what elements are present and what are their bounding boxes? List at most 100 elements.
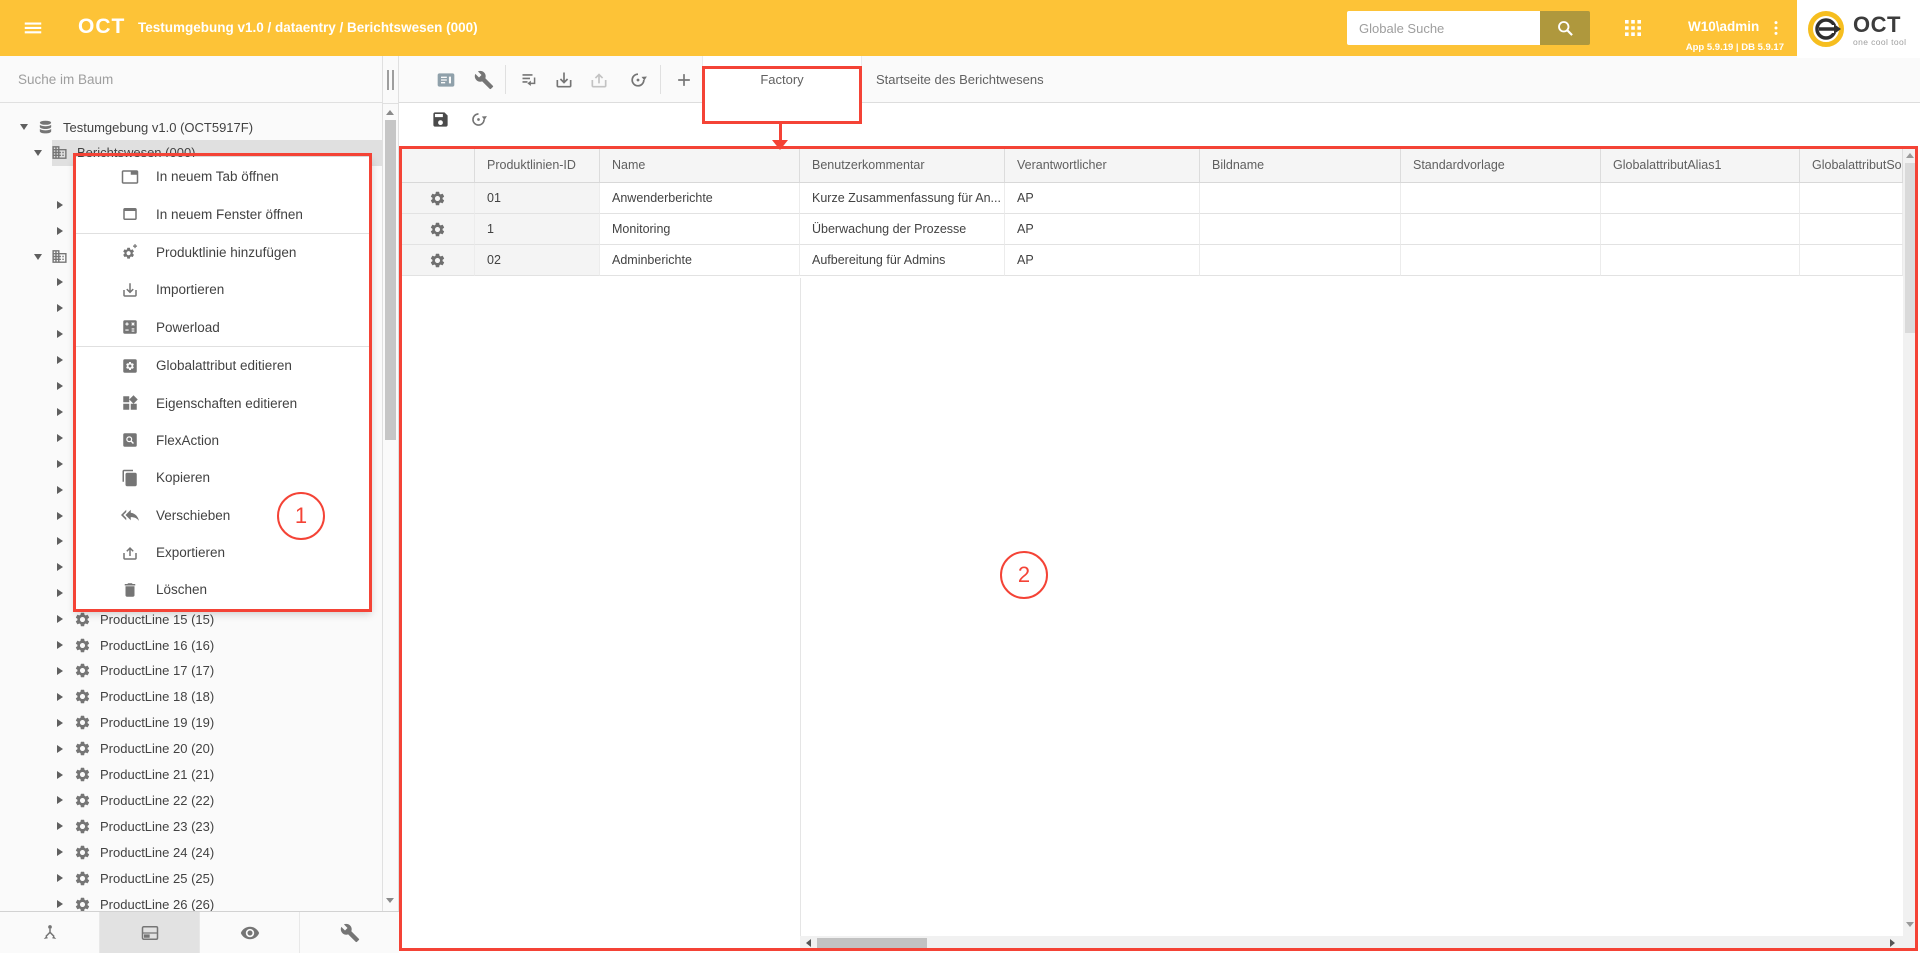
context-menu-item[interactable]: Importieren	[75, 271, 371, 308]
expand-arrow-icon[interactable]	[57, 382, 74, 390]
table-cell[interactable]: 01	[475, 183, 600, 214]
expand-arrow-icon[interactable]	[57, 796, 74, 804]
expand-arrow-icon[interactable]	[57, 227, 74, 235]
column-header[interactable]: GlobalattributAlias1	[1601, 147, 1800, 182]
expand-arrow-icon[interactable]	[57, 330, 74, 338]
tree-item[interactable]: ProductLine 18 (18)	[0, 684, 382, 710]
export-button[interactable]	[589, 70, 609, 90]
expand-arrow-icon[interactable]	[57, 900, 74, 908]
table-cell[interactable]: 1	[475, 214, 600, 245]
grid-horizontal-scrollbar[interactable]	[800, 936, 1903, 950]
expand-arrow-icon[interactable]	[57, 278, 74, 286]
column-header[interactable]	[400, 147, 475, 182]
logged-in-user[interactable]: W10\admin	[1688, 19, 1759, 34]
collapse-arrow-icon[interactable]	[34, 254, 51, 260]
scroll-up-icon[interactable]	[1906, 153, 1914, 158]
restore-button[interactable]	[628, 70, 648, 90]
import-button[interactable]	[554, 70, 574, 90]
table-cell[interactable]: Monitoring	[600, 214, 800, 245]
tree-item[interactable]: ProductLine 19 (19)	[0, 710, 382, 736]
row-gear-icon[interactable]	[429, 190, 446, 207]
expand-arrow-icon[interactable]	[57, 641, 74, 649]
tree-item[interactable]: Testumgebung v1.0 (OCT5917F)	[0, 114, 382, 140]
grid-view-button[interactable]	[436, 70, 456, 90]
row-actions-cell[interactable]	[400, 183, 475, 214]
table-cell[interactable]: Aufbereitung für Admins	[800, 245, 1005, 276]
scroll-left-icon[interactable]	[806, 939, 811, 947]
tree-item[interactable]: ProductLine 16 (16)	[0, 632, 382, 658]
global-search-input[interactable]	[1347, 11, 1540, 45]
table-cell[interactable]: 02	[475, 245, 600, 276]
expand-arrow-icon[interactable]	[57, 460, 74, 468]
hamburger-menu-icon[interactable]	[22, 17, 44, 39]
tree-item[interactable]: ProductLine 23 (23)	[0, 813, 382, 839]
tree-scroll-down-icon[interactable]	[386, 898, 394, 903]
apply-layout-button[interactable]	[520, 70, 540, 90]
expand-arrow-icon[interactable]	[57, 615, 74, 623]
vertical-scrollbar-thumb[interactable]	[1905, 163, 1915, 333]
tab-factory[interactable]: Factory	[702, 56, 862, 103]
column-header[interactable]: Bildname	[1200, 147, 1401, 182]
column-header[interactable]: Benutzerkommentar	[800, 147, 1005, 182]
tree-scroll-up-icon[interactable]	[386, 110, 394, 115]
table-cell[interactable]: Überwachung der Prozesse	[800, 214, 1005, 245]
table-cell[interactable]	[1200, 245, 1401, 276]
undo-changes-button[interactable]	[469, 110, 488, 129]
expand-arrow-icon[interactable]	[57, 537, 74, 545]
column-header[interactable]: Verantwortlicher	[1005, 147, 1200, 182]
table-cell[interactable]	[1601, 214, 1800, 245]
add-tab-button[interactable]	[674, 70, 694, 90]
expand-arrow-icon[interactable]	[57, 304, 74, 312]
sidebar-view-preview-button[interactable]	[200, 912, 300, 953]
table-cell[interactable]: AP	[1005, 214, 1200, 245]
context-menu-item[interactable]: Verschieben	[75, 497, 371, 534]
user-menu-kebab-icon[interactable]	[1766, 16, 1786, 40]
column-header[interactable]: Name	[600, 147, 800, 182]
tab-startseite[interactable]: Startseite des Berichtwesens	[876, 56, 1044, 103]
table-cell[interactable]	[1200, 183, 1401, 214]
sidebar-view-layout-button[interactable]	[100, 912, 200, 953]
column-header[interactable]: Standardvorlage	[1401, 147, 1601, 182]
expand-arrow-icon[interactable]	[57, 356, 74, 364]
expand-arrow-icon[interactable]	[57, 512, 74, 520]
tree-item[interactable]: ProductLine 26 (26)	[0, 891, 382, 911]
expand-arrow-icon[interactable]	[57, 486, 74, 494]
context-menu-item[interactable]: In neuem Fenster öffnen	[75, 195, 371, 232]
tree-item[interactable]: ProductLine 20 (20)	[0, 736, 382, 762]
context-menu-item[interactable]: FlexAction	[75, 422, 371, 459]
scroll-right-icon[interactable]	[1890, 939, 1895, 947]
table-cell[interactable]: Adminberichte	[600, 245, 800, 276]
expand-arrow-icon[interactable]	[57, 201, 74, 209]
tree-item[interactable]: ProductLine 25 (25)	[0, 865, 382, 891]
table-cell[interactable]	[1401, 183, 1601, 214]
collapse-arrow-icon[interactable]	[34, 150, 51, 156]
expand-arrow-icon[interactable]	[57, 874, 74, 882]
global-search-button[interactable]	[1540, 11, 1590, 45]
tree-item[interactable]: ProductLine 22 (22)	[0, 787, 382, 813]
expand-arrow-icon[interactable]	[57, 822, 74, 830]
expand-arrow-icon[interactable]	[57, 848, 74, 856]
table-cell[interactable]	[1401, 214, 1601, 245]
table-cell[interactable]: AP	[1005, 183, 1200, 214]
row-actions-cell[interactable]	[400, 245, 475, 276]
row-actions-cell[interactable]	[400, 214, 475, 245]
tree-item[interactable]: ProductLine 17 (17)	[0, 658, 382, 684]
expand-arrow-icon[interactable]	[57, 719, 74, 727]
tree-scrollbar-thumb[interactable]	[385, 120, 396, 440]
context-menu-item[interactable]: Produktlinie hinzufügen	[75, 234, 371, 271]
table-row[interactable]: 1MonitoringÜberwachung der ProzesseAP	[400, 214, 1903, 245]
sidebar-view-tools-button[interactable]	[300, 912, 399, 953]
table-row[interactable]: 02AdminberichteAufbereitung für AdminsAP	[400, 245, 1903, 276]
table-cell[interactable]	[1601, 245, 1800, 276]
table-cell[interactable]	[1601, 183, 1800, 214]
grid-vertical-scrollbar[interactable]	[1903, 147, 1917, 950]
table-cell[interactable]	[1800, 214, 1903, 245]
customize-button[interactable]	[474, 70, 494, 90]
expand-arrow-icon[interactable]	[57, 408, 74, 416]
context-menu-item[interactable]: Globalattribut editieren	[75, 347, 371, 384]
table-cell[interactable]: Kurze Zusammenfassung für An...	[800, 183, 1005, 214]
save-button[interactable]	[431, 110, 450, 129]
apps-grid-icon[interactable]	[1621, 16, 1645, 40]
column-header[interactable]: Produktlinien-ID	[475, 147, 600, 182]
table-row[interactable]: 01AnwenderberichteKurze Zusammenfassung …	[400, 183, 1903, 214]
